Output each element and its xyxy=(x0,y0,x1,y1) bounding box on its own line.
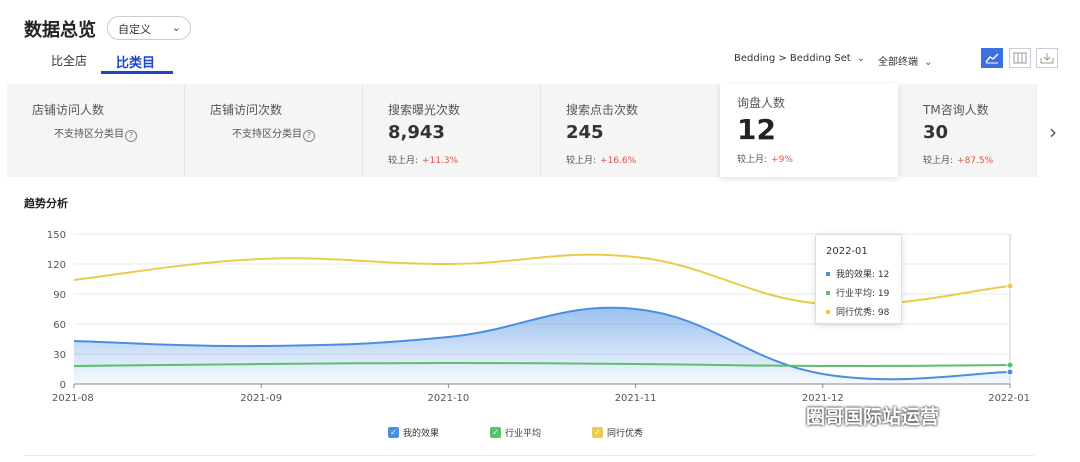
tab-compare-store[interactable]: 比全店 xyxy=(51,52,87,69)
help-icon[interactable]: ? xyxy=(125,130,137,142)
y-tick-label: 150 xyxy=(47,230,66,241)
metric-card-store-visits[interactable]: 店铺访问次数 不支持区分类目? xyxy=(185,84,363,177)
next-metrics-button[interactable]: › xyxy=(1036,84,1073,177)
terminal-filter-label: 全部终端 xyxy=(878,57,918,68)
metric-comparison: 较上月: +9% xyxy=(737,155,793,165)
y-tick-label: 120 xyxy=(47,260,66,271)
checkbox-icon: ✓ xyxy=(388,427,399,438)
active-tab-underline xyxy=(101,71,173,74)
chart-tooltip: 2022-01 我的效果: 12 行业平均: 19 同行优秀: 98 xyxy=(815,234,902,324)
date-range-select[interactable]: 自定义 ⌄ xyxy=(107,16,191,40)
metric-name: 搜索点击次数 xyxy=(566,103,639,117)
metric-name: 店铺访问人数 xyxy=(32,103,105,117)
legend-item-my-performance[interactable]: ✓ 我的效果 xyxy=(388,426,439,439)
legend-item-peer-excellent[interactable]: ✓ 同行优秀 xyxy=(592,426,643,439)
metric-card-search-impressions[interactable]: 搜索曝光次数 8,943 较上月: +11.3% xyxy=(363,84,541,177)
checkbox-icon: ✓ xyxy=(592,427,603,438)
tooltip-title: 2022-01 xyxy=(826,246,868,257)
chevron-down-icon: ⌄ xyxy=(856,53,866,64)
metric-value: 12 xyxy=(737,113,776,146)
legend-item-industry-average[interactable]: ✓ 行业平均 xyxy=(490,426,541,439)
divider xyxy=(24,455,1034,456)
page-title: 数据总览 xyxy=(24,20,96,41)
metric-value: 245 xyxy=(566,122,604,143)
metric-comparison: 较上月: +87.5% xyxy=(923,156,994,166)
data-overview-panel: 数据总览 自定义 ⌄ 比全店 比类目 Bedding > Bedding Set… xyxy=(0,0,1080,462)
tooltip-row-my-performance: 我的效果: 12 xyxy=(826,267,889,280)
y-tick-label: 30 xyxy=(53,350,66,361)
chevron-right-icon: › xyxy=(1049,120,1057,144)
table-icon xyxy=(1013,52,1027,64)
download-button[interactable] xyxy=(1036,48,1058,68)
table-view-button[interactable] xyxy=(1009,48,1031,68)
tab-compare-category[interactable]: 比类目 xyxy=(116,52,155,71)
metric-comparison: 较上月: +16.6% xyxy=(566,156,637,166)
metric-name: TM咨询人数 xyxy=(923,103,989,117)
y-tick-label: 60 xyxy=(53,320,66,331)
x-tick-label: 2021-08 xyxy=(52,393,94,404)
metrics-row: 店铺访问人数 不支持区分类目? 店铺访问次数 不支持区分类目? 搜索曝光次数 8… xyxy=(7,84,1073,177)
checkbox-icon: ✓ xyxy=(490,427,501,438)
metric-not-supported: 不支持区分类目? xyxy=(232,125,315,142)
x-tick-label: 2021-09 xyxy=(240,393,282,404)
metric-value: 8,943 xyxy=(388,122,445,143)
line-chart-icon xyxy=(985,53,999,64)
x-tick-label: 2022-01 xyxy=(988,393,1030,404)
data-point[interactable] xyxy=(1006,368,1014,376)
chevron-down-icon: ⌄ xyxy=(171,21,181,34)
metric-comparison: 较上月: +11.3% xyxy=(388,156,459,166)
date-range-value: 自定义 xyxy=(118,23,151,36)
metric-card-tm-consults[interactable]: TM咨询人数 30 较上月: +87.5% xyxy=(898,84,1038,177)
metric-value: 30 xyxy=(923,122,949,143)
category-filter[interactable]: Bedding > Bedding Set ⌄ xyxy=(734,53,865,64)
metric-not-supported: 不支持区分类目? xyxy=(54,125,137,142)
download-icon xyxy=(1040,53,1054,64)
tooltip-row-peer-excellent: 同行优秀: 98 xyxy=(826,305,889,318)
terminal-filter[interactable]: 全部终端 ⌄ xyxy=(878,53,932,68)
y-tick-label: 90 xyxy=(53,290,66,301)
metric-card-search-clicks[interactable]: 搜索点击次数 245 较上月: +16.6% xyxy=(541,84,719,177)
data-point[interactable] xyxy=(1006,361,1014,369)
category-filter-label: Bedding > Bedding Set xyxy=(734,53,851,64)
x-tick-label: 2021-10 xyxy=(428,393,470,404)
chevron-down-icon: ⌄ xyxy=(924,57,933,68)
trend-title: 趋势分析 xyxy=(24,197,68,210)
watermark: 圈哥国际站运营 xyxy=(806,406,940,428)
metric-card-store-visitors[interactable]: 店铺访问人数 不支持区分类目? xyxy=(7,84,185,177)
tooltip-row-industry-average: 行业平均: 19 xyxy=(826,286,889,299)
y-tick-label: 0 xyxy=(60,380,66,391)
metric-card-inquiries[interactable]: 询盘人数 12 较上月: +9% xyxy=(720,84,898,177)
help-icon[interactable]: ? xyxy=(303,130,315,142)
data-point[interactable] xyxy=(1006,282,1014,290)
metric-name: 询盘人数 xyxy=(737,96,786,110)
line-chart-view-button[interactable] xyxy=(981,48,1003,68)
metric-name: 搜索曝光次数 xyxy=(388,103,461,117)
x-tick-label: 2021-11 xyxy=(615,393,657,404)
metric-name: 店铺访问次数 xyxy=(210,103,283,117)
